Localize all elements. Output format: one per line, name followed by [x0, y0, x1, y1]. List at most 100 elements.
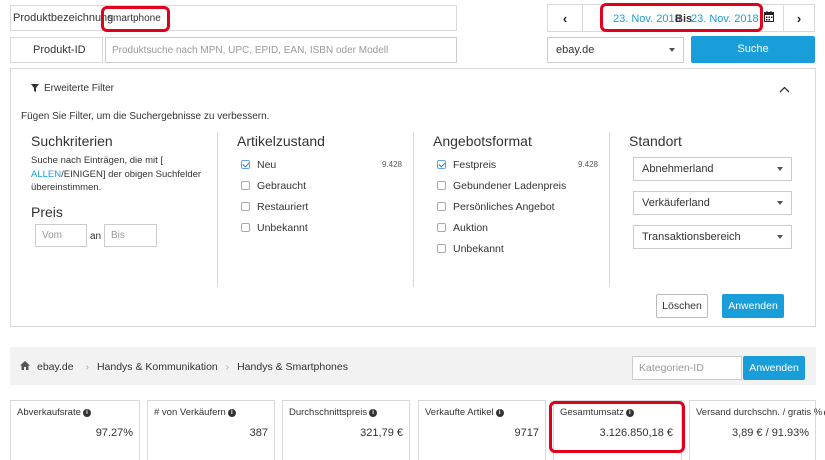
stat-label-text: Durchschnittspreis — [289, 407, 368, 418]
checkbox[interactable] — [437, 223, 446, 232]
link-einigen[interactable]: EINIGEN — [64, 169, 103, 180]
home-icon[interactable] — [20, 361, 30, 373]
category-id-input[interactable] — [632, 356, 742, 380]
buyer-country-select[interactable]: Abnehmerland — [633, 157, 792, 181]
stat-card-avg-price: Durchschnittspreis i 321,79 € — [282, 400, 410, 460]
chevron-left-icon: ‹ — [562, 11, 568, 26]
criteria-text: Suche nach Einträgen, die mit [ ALLEN/EI… — [31, 154, 211, 195]
stat-label: # von Verkäufern i — [154, 407, 236, 418]
format-item-auktion[interactable]: Auktion — [437, 217, 598, 238]
condition-item-restauriert[interactable]: Restauriert — [241, 196, 402, 217]
condition-label: Unbekannt — [257, 221, 308, 234]
format-count: 9.428 — [577, 160, 598, 169]
date-prev-button[interactable]: ‹ — [547, 4, 583, 32]
format-item-festpreis[interactable]: Festpreis 9.428 — [437, 154, 598, 175]
transaction-area-select[interactable]: Transaktionsbereich — [633, 225, 792, 249]
breadcrumb-item-category[interactable]: Handys & Kommunikation — [97, 361, 218, 373]
date-from[interactable]: 23. Nov. 2018 — [613, 13, 681, 25]
location-title: Standort — [629, 133, 682, 149]
apply-filter-button[interactable]: Anwenden — [722, 294, 784, 318]
format-item-unbekannt[interactable]: Unbekannt — [437, 238, 598, 259]
select-value: Verkäuferland — [642, 197, 710, 209]
condition-label: Gebraucht — [257, 179, 307, 192]
clear-button[interactable]: Löschen — [656, 294, 708, 318]
stat-card-sellers: # von Verkäufern i 387 — [147, 400, 275, 460]
seller-country-select[interactable]: Verkäuferland — [633, 191, 792, 215]
caret-down-icon — [777, 167, 783, 171]
column-divider-3 — [609, 132, 610, 287]
criteria-text-1: Suche nach Einträgen, die mit [ — [31, 155, 164, 166]
info-icon[interactable]: i — [82, 409, 91, 417]
price-title: Preis — [31, 204, 63, 220]
info-icon[interactable]: i — [227, 409, 236, 417]
format-list: Festpreis 9.428 Gebundener Ladenpreis Per… — [437, 154, 598, 259]
stat-label: Durchschnittspreis i — [289, 407, 378, 418]
checkbox[interactable] — [241, 160, 250, 169]
link-allen[interactable]: ALLEN — [31, 169, 61, 180]
advanced-filter-title[interactable]: Erweiterte Filter — [44, 83, 114, 94]
site-select[interactable]: ebay.de — [547, 37, 684, 63]
criteria-text-3: übereinstimmen. — [31, 182, 102, 193]
criteria-title: Suchkriterien — [31, 133, 113, 149]
price-from-input[interactable] — [35, 224, 87, 247]
breadcrumb-item-subcategory[interactable]: Handys & Smartphones — [237, 361, 348, 373]
stat-label-text: Abverkaufsrate — [17, 407, 81, 418]
stat-card-shipping: Versand durchschn. / gratis %i 3,89 € / … — [689, 400, 825, 460]
stat-label-text: Verkaufte Artikel — [425, 407, 494, 418]
format-label: Persönliches Angebot — [453, 200, 555, 213]
stat-card-sell-through: Abverkaufsrate i 97.27% — [10, 400, 140, 460]
format-label: Unbekannt — [453, 242, 504, 255]
checkbox[interactable] — [437, 244, 446, 253]
search-button[interactable]: Suche — [691, 36, 815, 63]
info-icon[interactable]: i — [495, 409, 504, 417]
checkbox[interactable] — [437, 202, 446, 211]
calendar-icon[interactable] — [764, 11, 774, 25]
column-divider-2 — [413, 132, 414, 287]
date-next-button[interactable]: › — [783, 4, 815, 32]
condition-item-gebraucht[interactable]: Gebraucht — [241, 175, 402, 196]
breadcrumb-item-site[interactable]: ebay.de — [37, 361, 74, 373]
breadcrumb-separator-icon: › — [225, 361, 230, 373]
caret-down-icon — [777, 201, 783, 205]
caret-down-icon — [669, 48, 675, 52]
condition-item-unbekannt[interactable]: Unbekannt — [241, 217, 402, 238]
checkbox[interactable] — [241, 202, 250, 211]
funnel-icon — [31, 83, 39, 95]
chevron-up-icon[interactable] — [779, 84, 790, 96]
condition-list: Neu 9.428 Gebraucht Restauriert Unbekannt — [241, 154, 402, 238]
format-label: Festpreis — [453, 158, 497, 171]
stat-value: 321,79 € — [360, 427, 403, 439]
price-to-input[interactable] — [104, 224, 157, 247]
format-item-persoenlich[interactable]: Persönliches Angebot — [437, 196, 598, 217]
date-to[interactable]: 23. Nov. 2018 — [691, 13, 759, 25]
format-title: Angebotsformat — [433, 133, 532, 149]
format-item-ladenpreis[interactable]: Gebundener Ladenpreis — [437, 175, 598, 196]
product-name-input[interactable] — [106, 10, 166, 27]
product-id-input[interactable] — [105, 37, 457, 63]
checkbox[interactable] — [241, 181, 250, 190]
condition-item-neu[interactable]: Neu 9.428 — [241, 154, 402, 175]
stat-value: 387 — [249, 427, 268, 439]
condition-label: Restauriert — [257, 200, 309, 213]
stat-label: Abverkaufsrate i — [17, 407, 91, 418]
breadcrumb-separator-icon: › — [85, 361, 90, 373]
checkbox[interactable] — [437, 181, 446, 190]
price-separator: an — [90, 231, 102, 242]
stat-value: 9717 — [514, 427, 539, 439]
column-divider-1 — [217, 132, 218, 287]
condition-title: Artikelzustand — [237, 133, 325, 149]
filter-hint: Fügen Sie Filter, um die Suchergebnisse … — [21, 111, 270, 122]
apply-category-button[interactable]: Anwenden — [743, 356, 805, 380]
date-separator: Bis — [675, 13, 693, 25]
stat-value: 97.27% — [95, 427, 133, 439]
checkbox[interactable] — [241, 223, 250, 232]
checkbox[interactable] — [437, 160, 446, 169]
site-select-value: ebay.de — [556, 44, 595, 56]
stat-label-text: Versand durchschn. / gratis % — [696, 407, 823, 418]
caret-down-icon — [777, 235, 783, 239]
chevron-right-icon: › — [796, 11, 802, 26]
info-icon[interactable]: i — [369, 409, 378, 417]
select-value: Abnehmerland — [642, 163, 714, 175]
select-value: Transaktionsbereich — [642, 231, 741, 243]
format-label: Auktion — [453, 221, 489, 234]
